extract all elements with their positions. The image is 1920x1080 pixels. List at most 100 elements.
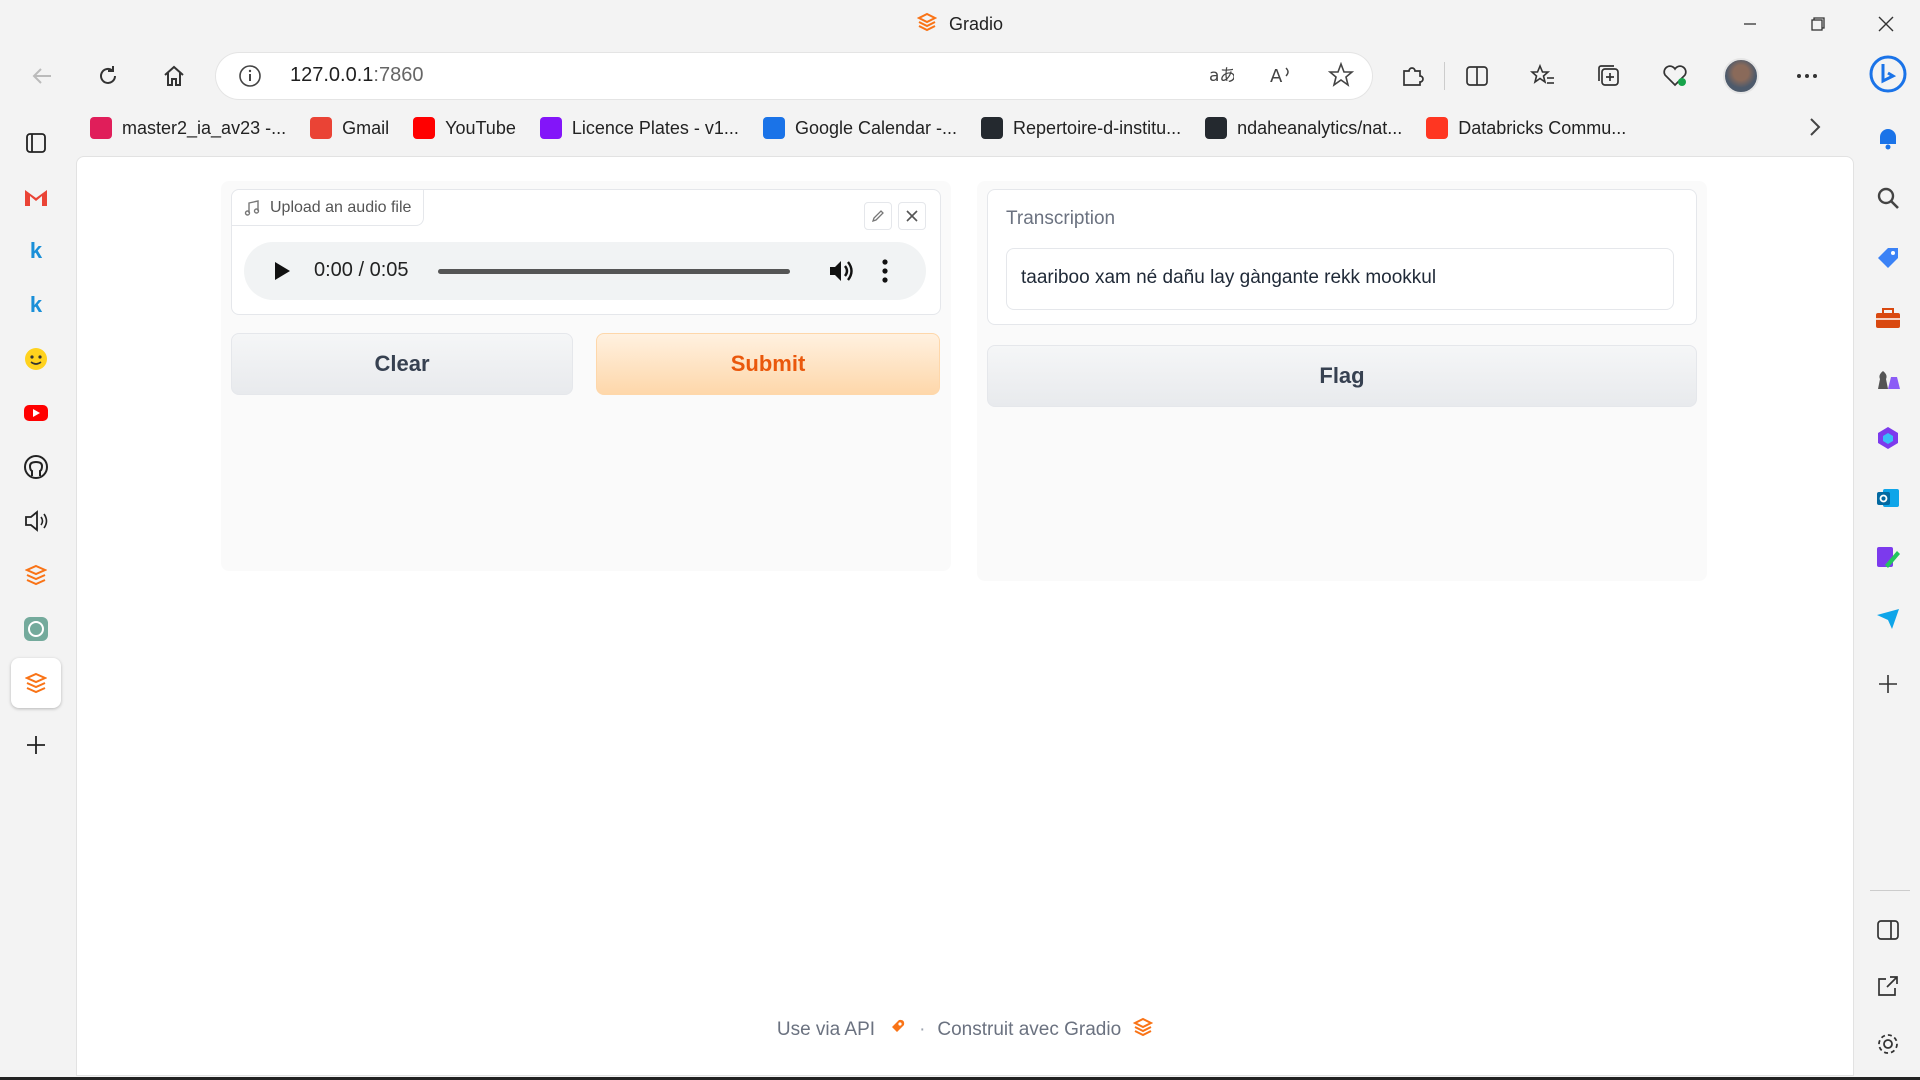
favorite-label: ndaheanalytics/nat... — [1237, 117, 1403, 138]
tab-kaggle-2[interactable]: k — [11, 280, 61, 330]
audio-player[interactable]: 0:00 / 0:05 — [244, 242, 926, 300]
shopping-tag-icon — [1878, 248, 1898, 268]
collections-icon — [1598, 65, 1619, 86]
edit-audio-button[interactable] — [864, 202, 892, 230]
gear-icon — [1878, 1034, 1898, 1054]
sidebar-settings-button[interactable] — [1866, 1022, 1910, 1066]
remove-audio-button[interactable] — [898, 202, 926, 230]
external-link-icon — [1878, 976, 1898, 996]
transcription-block: Transcription taariboo xam né dañu lay g… — [987, 189, 1697, 325]
tab-audio[interactable] — [11, 496, 61, 546]
favorites-bar: master2_ia_av23 -... Gmail YouTube Licence … — [90, 110, 1626, 146]
tab-youtube[interactable] — [11, 388, 61, 438]
url-port: :7860 — [373, 64, 424, 86]
refresh-button[interactable] — [86, 54, 130, 98]
seek-bar[interactable] — [438, 269, 790, 274]
favorite-label: Databricks Commu... — [1458, 117, 1627, 138]
favorite-item[interactable]: Repertoire-d-institu... — [981, 117, 1181, 139]
arrow-left-icon — [32, 68, 51, 84]
designer-button[interactable] — [1866, 536, 1910, 580]
read-aloud-icon[interactable]: A — [1268, 62, 1294, 93]
favorite-item[interactable]: Gmail — [310, 117, 389, 139]
gmail-icon — [310, 117, 333, 139]
settings-more-button[interactable] — [1785, 54, 1829, 98]
refresh-icon — [100, 66, 116, 84]
audio-upload-block[interactable]: Upload an audio file 0:00 / 0:05 — [231, 189, 941, 315]
tab-huggingface[interactable] — [11, 334, 61, 384]
tab-kaggle-1[interactable]: k — [11, 226, 61, 276]
clear-button[interactable]: Clear — [231, 333, 573, 395]
restore-button[interactable] — [1784, 0, 1852, 48]
toolbar-divider — [1444, 62, 1445, 90]
page-viewport: Upload an audio file 0:00 / 0:05 Clear S… — [76, 156, 1854, 1076]
player-more-button[interactable] — [881, 258, 889, 289]
collections-button[interactable] — [1587, 54, 1631, 98]
address-bar[interactable]: 127.0.0.1:7860 aあ A — [216, 53, 1372, 99]
games-button[interactable] — [1866, 356, 1910, 400]
favorite-star-icon[interactable] — [1327, 61, 1355, 93]
footer-separator: · — [919, 1019, 926, 1040]
favorites-button[interactable] — [1521, 54, 1565, 98]
tab-gmail[interactable] — [11, 172, 61, 222]
close-icon — [906, 210, 918, 222]
favorites-overflow-button[interactable] — [1800, 112, 1830, 142]
browser-essentials-button[interactable] — [1653, 54, 1697, 98]
outlook-button[interactable] — [1866, 476, 1910, 520]
favorite-item[interactable]: ndaheanalytics/nat... — [1205, 117, 1402, 139]
volume-button[interactable] — [828, 258, 856, 289]
new-tab-button[interactable] — [11, 720, 61, 770]
browser-toolbar: 127.0.0.1:7860 aあ A — [0, 50, 1860, 102]
split-screen-button[interactable] — [1455, 54, 1499, 98]
tab-gradio-active[interactable] — [11, 658, 61, 708]
tab-gradio-1[interactable] — [11, 550, 61, 600]
designer-pen-icon — [1877, 547, 1900, 568]
profile-button[interactable] — [1719, 54, 1763, 98]
notifications-button[interactable] — [1866, 116, 1910, 160]
open-external-button[interactable] — [1866, 964, 1910, 1008]
built-with-gradio-link[interactable]: Construit avec Gradio — [937, 1019, 1121, 1041]
favorite-item[interactable]: YouTube — [413, 117, 516, 139]
favorite-label: Repertoire-d-institu... — [1013, 117, 1182, 138]
home-button[interactable] — [152, 54, 196, 98]
plus-icon — [27, 736, 45, 754]
url-host: 127.0.0.1 — [290, 64, 374, 86]
tab-actions-icon — [26, 133, 46, 153]
input-panel: Upload an audio file 0:00 / 0:05 Clear S… — [221, 181, 951, 571]
add-sidebar-app-button[interactable] — [1866, 662, 1910, 706]
flag-button[interactable]: Flag — [987, 345, 1697, 407]
shopping-button[interactable] — [1866, 236, 1910, 280]
favorite-item[interactable]: Google Calendar -... — [762, 117, 957, 139]
favorite-item[interactable]: master2_ia_av23 -... — [90, 117, 286, 139]
minimize-button[interactable] — [1716, 0, 1784, 48]
puzzle-icon — [1403, 67, 1424, 86]
copilot-button[interactable] — [1866, 52, 1910, 96]
favorite-item[interactable]: Licence Plates - v1... — [539, 117, 739, 139]
transcription-textbox[interactable]: taariboo xam né dañu lay gàngante rekk m… — [1006, 248, 1674, 310]
tab-actions-button[interactable] — [11, 118, 61, 168]
tools-button[interactable] — [1866, 296, 1910, 340]
volume-icon — [830, 261, 853, 281]
tab-chatgpt[interactable] — [11, 604, 61, 654]
back-button[interactable] — [20, 54, 64, 98]
extensions-button[interactable] — [1390, 54, 1434, 98]
submit-button[interactable]: Submit — [596, 333, 940, 395]
toolbox-icon — [1876, 308, 1900, 328]
chatgpt-icon — [24, 617, 48, 641]
tab-github[interactable] — [11, 442, 61, 492]
drop-button[interactable] — [1866, 596, 1910, 640]
site-info-icon[interactable] — [238, 64, 262, 93]
audio-block-label: Upload an audio file — [232, 190, 425, 226]
search-button[interactable] — [1866, 176, 1910, 220]
translate-icon[interactable]: aあ — [1208, 62, 1236, 93]
chevron-right-icon — [1810, 118, 1821, 136]
favorite-item[interactable]: Databricks Commu... — [1426, 117, 1626, 139]
hide-sidebar-button[interactable] — [1866, 908, 1910, 952]
close-window-button[interactable] — [1852, 0, 1920, 48]
url-text[interactable]: 127.0.0.1:7860 — [290, 64, 423, 87]
more-horizontal-icon — [1797, 74, 1817, 78]
use-via-api-link[interactable]: Use via API — [777, 1019, 875, 1041]
play-button[interactable] — [272, 260, 292, 287]
microsoft365-button[interactable] — [1866, 416, 1910, 460]
close-icon — [1878, 16, 1894, 32]
edge-sidebar — [1856, 52, 1920, 1080]
